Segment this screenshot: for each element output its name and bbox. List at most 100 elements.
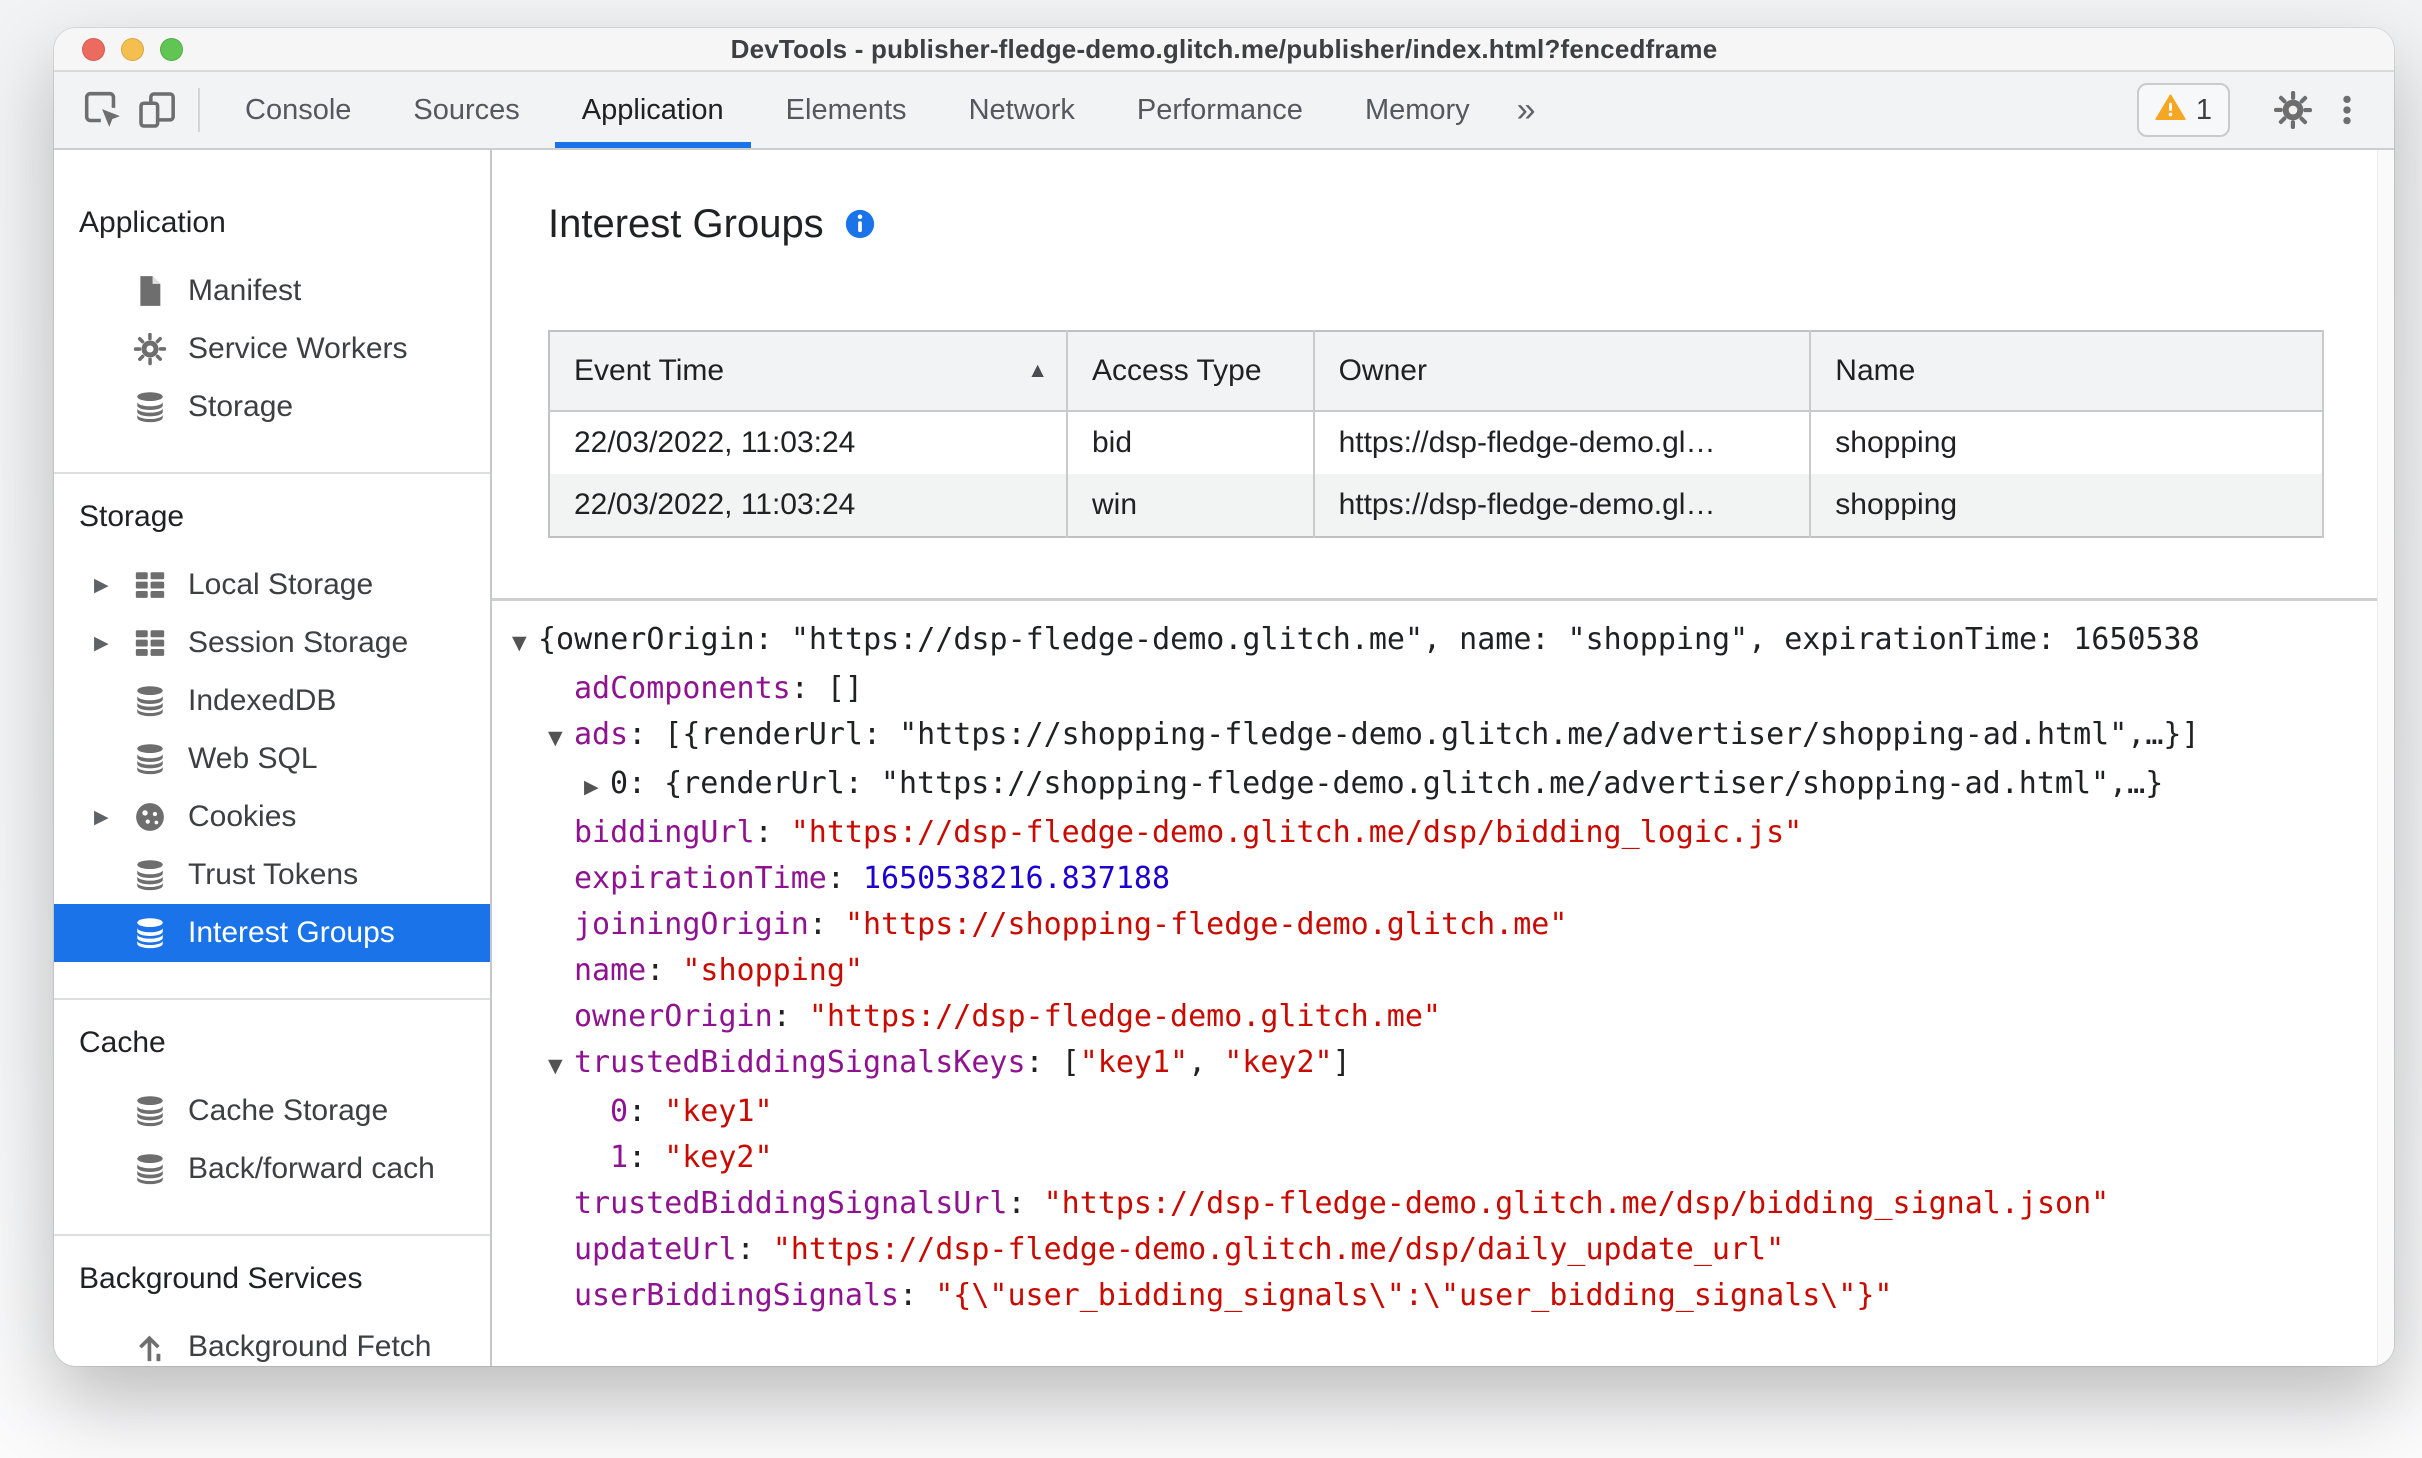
tab-elements[interactable]: Elements <box>755 72 938 148</box>
info-icon[interactable] <box>844 208 876 240</box>
window-title: DevTools - publisher-fledge-demo.glitch.… <box>730 33 1718 64</box>
plain-text: : [{renderUrl: "https://shopping-fledge-… <box>628 717 2200 752</box>
string-value: "https://dsp-fledge-demo.glitch.me" <box>808 999 1441 1034</box>
tab-application[interactable]: Application <box>551 72 755 148</box>
tab-console[interactable]: Console <box>214 72 382 148</box>
issues-badge[interactable]: 1 <box>2136 83 2230 137</box>
plain-text: : [ <box>1025 1045 1080 1080</box>
devtools-window: DevTools - publisher-fledge-demo.glitch.… <box>54 28 2394 1366</box>
collapse-icon[interactable]: ▼ <box>548 1043 574 1089</box>
close-button[interactable] <box>82 37 105 61</box>
plain-text: : <box>628 1094 665 1129</box>
sidebar-item-label: IndexedDB <box>188 684 337 717</box>
table-cell: shopping <box>1810 411 2324 474</box>
column-header-event-time[interactable]: Event Time ▲ <box>549 331 1068 412</box>
tab-network[interactable]: Network <box>938 72 1106 148</box>
database-icon <box>133 916 167 950</box>
plain-text: : <box>754 815 791 850</box>
device-toolbar-icon[interactable] <box>130 72 184 148</box>
expander-icon[interactable]: ▶ <box>94 574 133 597</box>
sidebar-item-label: Cookies <box>188 800 297 833</box>
property-key: joiningOrigin <box>574 907 809 942</box>
more-tabs-button[interactable]: » <box>1501 72 1552 148</box>
tree-line: adComponents: [] <box>492 666 2394 712</box>
sidebar-item-web-sql[interactable]: Web SQL <box>54 730 490 788</box>
column-header-access-type[interactable]: Access Type <box>1067 331 1315 412</box>
sidebar-item-back-forward-cach[interactable]: Back/forward cach <box>54 1140 490 1198</box>
cookie-icon <box>133 800 167 834</box>
application-sidebar: Application Manifest Service Workers Storag… <box>54 150 492 1366</box>
sidebar-item-cookies[interactable]: ▶ Cookies <box>54 788 490 846</box>
kebab-menu-icon[interactable] <box>2320 93 2374 127</box>
title-bar[interactable]: DevTools - publisher-fledge-demo.glitch.… <box>54 28 2394 72</box>
minimize-button[interactable] <box>121 37 144 61</box>
collapse-icon[interactable]: ▼ <box>512 620 538 666</box>
sidebar-item-service-workers[interactable]: Service Workers <box>54 320 490 378</box>
plain-text: : <box>808 907 845 942</box>
page-title: Interest Groups <box>548 201 824 246</box>
sidebar-item-cache-storage[interactable]: Cache Storage <box>54 1082 490 1140</box>
plain-text: {ownerOrigin: "https://dsp-fledge-demo.g… <box>538 622 2200 657</box>
zoom-button[interactable] <box>160 37 183 61</box>
sidebar-item-label: Cache Storage <box>188 1094 389 1127</box>
database-icon <box>133 684 167 718</box>
expander-icon[interactable]: ▶ <box>94 806 133 829</box>
gear-icon <box>133 332 167 366</box>
property-key: updateUrl <box>574 1232 737 1267</box>
plain-text: : <box>899 1278 936 1313</box>
property-key: adComponents <box>574 671 791 706</box>
property-key: ads <box>574 717 629 752</box>
tree-line: userBiddingSignals: "{\"user_bidding_sig… <box>492 1273 2394 1319</box>
sidebar-item-local-storage[interactable]: ▶ Local Storage <box>54 556 490 614</box>
string-value: "key1" <box>1079 1045 1189 1080</box>
tab-sources[interactable]: Sources <box>382 72 550 148</box>
expander-icon[interactable]: ▶ <box>94 632 133 655</box>
sidebar-item-trust-tokens[interactable]: Trust Tokens <box>54 846 490 904</box>
column-header-owner[interactable]: Owner <box>1313 331 1812 412</box>
string-value: "key2" <box>1224 1045 1333 1080</box>
string-value: "{\"user_bidding_signals\":\"user_biddin… <box>935 1278 1893 1313</box>
tree-line: 0: "key1" <box>492 1089 2394 1135</box>
table-row[interactable]: 22/03/2022, 11:03:24 win https://dsp-fledg… <box>549 474 2324 537</box>
sort-ascending-icon: ▲ <box>1027 359 1048 382</box>
column-header-name[interactable]: Name <box>1810 331 2324 412</box>
plain-text: ] <box>1332 1045 1351 1080</box>
sidebar-item-label: Service Workers <box>188 332 408 365</box>
scrollbar-gutter[interactable] <box>2377 150 2394 1366</box>
sidebar-item-session-storage[interactable]: ▶ Session Storage <box>54 614 490 672</box>
string-value: "shopping" <box>682 953 863 988</box>
table-icon <box>133 568 167 602</box>
inspect-element-icon[interactable] <box>76 72 130 148</box>
string-value: "https://dsp-fledge-demo.glitch.me/dsp/d… <box>772 1232 1785 1267</box>
sidebar-item-label: Storage <box>188 390 294 423</box>
sidebar-item-label: Session Storage <box>188 626 409 659</box>
collapse-icon[interactable]: ▼ <box>548 715 574 761</box>
sidebar-section-title: Storage <box>79 500 185 533</box>
events-table: Event Time ▲ Access Type Owner Name 22/03/20… <box>548 330 2324 538</box>
column-label: Event Time <box>574 354 725 387</box>
sidebar-item-label: Manifest <box>188 274 302 307</box>
file-icon <box>133 274 167 308</box>
tab-performance[interactable]: Performance <box>1106 72 1334 148</box>
sidebar-item-manifest[interactable]: Manifest <box>54 262 490 320</box>
sidebar-section-application: Application Manifest Service Workers Storag… <box>54 180 490 472</box>
column-label: Name <box>1835 354 1916 387</box>
sidebar-item-label: Web SQL <box>188 742 318 775</box>
table-cell: 22/03/2022, 11:03:24 <box>549 474 1068 537</box>
tree-line: expirationTime: 1650538216.837188 <box>492 856 2394 902</box>
sidebar-item-indexeddb[interactable]: IndexedDB <box>54 672 490 730</box>
sidebar-item-label: Back/forward cach <box>188 1152 435 1185</box>
sidebar-section-cache: Cache Cache Storage Back/forward cach <box>54 998 490 1234</box>
tree-line: 1: "key2" <box>492 1135 2394 1181</box>
expand-icon[interactable]: ▶ <box>584 764 610 810</box>
tree-line: ▼ {ownerOrigin: "https://dsp-fledge-demo.… <box>492 617 2394 666</box>
sidebar-item-interest-groups[interactable]: Interest Groups <box>54 904 490 962</box>
sidebar-section-title: Cache <box>79 1026 166 1059</box>
settings-gear-icon[interactable] <box>2266 90 2320 130</box>
table-cell: https://dsp-fledge-demo.gl… <box>1313 474 1812 537</box>
tab-memory[interactable]: Memory <box>1334 72 1501 148</box>
sidebar-item-storage[interactable]: Storage <box>54 378 490 436</box>
table-row[interactable]: 22/03/2022, 11:03:24 bid https://dsp-fledg… <box>549 411 2324 474</box>
ig-details-tree: ▼ {ownerOrigin: "https://dsp-fledge-demo.… <box>492 617 2394 1319</box>
sidebar-item-background-fetch[interactable]: Background Fetch <box>54 1318 490 1366</box>
